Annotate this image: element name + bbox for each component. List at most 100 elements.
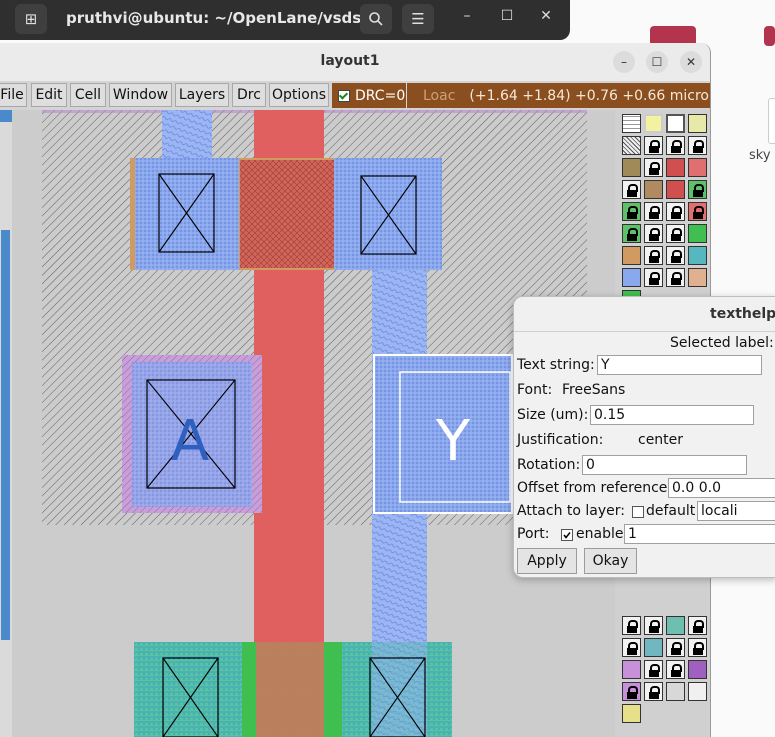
offset-input[interactable]: 0.0 0.0 [668,478,775,498]
menu-bar: File Edit Cell Window Layers Drc Options… [0,81,710,110]
texthelper-titlebar[interactable]: texthelper [514,297,775,332]
lock-icon[interactable] [644,682,663,701]
lock-icon[interactable] [688,616,707,635]
terminal-maximize-button[interactable]: ☐ [495,8,519,24]
lock-icon[interactable] [666,246,685,265]
layer-swatch-yellow[interactable] [688,114,707,133]
okay-button[interactable]: Okay [584,548,637,574]
layer-swatch-purple[interactable] [688,660,707,679]
layer-swatch-purple-dots[interactable] [622,660,641,679]
justification-label: Justification: [517,432,604,448]
layer-swatch-teal-hatch[interactable] [666,616,685,635]
menu-drc[interactable]: Drc [232,83,266,107]
lock-icon[interactable] [622,616,641,635]
layer-swatch-hatch[interactable] [622,136,641,155]
text-string-input[interactable]: Y [597,355,762,375]
lock-icon[interactable] [622,202,641,221]
load-label: Loac [423,87,456,104]
lock-icon[interactable] [622,682,641,701]
scroll-up-arrow-icon[interactable] [0,110,12,122]
lock-icon[interactable] [644,224,663,243]
layout-window-title: layout1 [320,53,380,69]
lock-icon[interactable] [622,224,641,243]
lock-icon[interactable] [666,136,685,155]
scrollbar-thumb[interactable] [1,230,10,640]
layer-swatch-grey-hatch[interactable] [666,682,685,701]
port-index-input[interactable]: 1 [624,524,775,544]
layer-swatch-blue-x[interactable] [622,268,641,287]
lock-icon[interactable] [644,202,663,221]
menu-layers[interactable]: Layers [175,83,229,107]
texthelper-dialog: texthelper Selected label: Text string: … [513,296,775,578]
port-label: Port: [517,526,550,542]
lock-icon[interactable] [644,246,663,265]
menu-options[interactable]: Options [269,83,329,107]
layout-close-button[interactable]: ✕ [680,51,702,73]
lock-icon[interactable] [644,158,663,177]
terminal-title: pruthvi@ubuntu: ~/OpenLane/vsdst... [66,9,386,27]
lock-icon[interactable] [688,180,707,199]
terminal-minimize-button[interactable]: – [455,8,479,24]
font-value[interactable]: FreeSans [562,382,625,398]
coords-text: (+1.64 +1.84) +0.76 +0.66 microns [469,87,711,104]
menu-cell[interactable]: Cell [70,83,106,107]
label-a-text: A [171,409,209,474]
layer-swatch-tan[interactable] [644,180,663,199]
lock-icon[interactable] [644,660,663,679]
layout-window-titlebar[interactable]: layout1 – ☐ ✕ [0,43,710,82]
layout-minimize-button[interactable]: – [613,51,635,73]
search-icon[interactable] [360,4,392,34]
size-label: Size (um): [517,407,589,423]
lock-icon[interactable] [688,638,707,657]
layer-swatch-peach[interactable] [688,268,707,287]
layer-swatch-green[interactable] [688,224,707,243]
layer-swatch-red-2[interactable] [666,180,685,199]
lock-icon[interactable] [644,616,663,635]
attach-layer-input[interactable]: locali [697,501,775,521]
lock-icon[interactable] [666,268,685,287]
desktop-folder-icon-2[interactable] [764,26,775,46]
menu-file[interactable]: File [0,83,27,107]
selected-label-heading: Selected label: [670,335,774,351]
lock-icon[interactable] [622,638,641,657]
rotation-input[interactable]: 0 [582,455,747,475]
apply-button[interactable]: Apply [517,548,577,574]
left-scrollbar[interactable] [0,110,12,737]
lock-icon[interactable] [688,136,707,155]
terminal-titlebar[interactable]: ⊞ pruthvi@ubuntu: ~/OpenLane/vsdst... ☰ … [0,0,570,40]
menu-window[interactable]: Window [109,83,172,107]
lock-icon[interactable] [622,180,641,199]
terminal-close-button[interactable]: ✕ [534,8,558,24]
new-tab-icon[interactable]: ⊞ [15,4,47,34]
attach-label: Attach to layer: [517,503,626,519]
lock-icon[interactable] [666,202,685,221]
port-enable-checkbox[interactable] [561,529,573,541]
lock-icon[interactable] [644,268,663,287]
layer-swatch-teal-x[interactable] [688,246,707,265]
layer-swatch-red[interactable] [666,158,685,177]
attach-default-checkbox[interactable] [632,506,644,518]
lock-icon[interactable] [688,202,707,221]
lock-icon[interactable] [666,638,685,657]
lock-icon[interactable] [644,136,663,155]
layer-swatch-orange[interactable] [622,246,641,265]
drc-checkbox[interactable] [338,89,350,102]
layer-swatch-brown[interactable] [622,158,641,177]
lock-icon[interactable] [666,660,685,679]
lock-icon[interactable] [666,224,685,243]
layer-swatch-white-dots[interactable] [688,682,707,701]
menu-edit[interactable]: Edit [31,83,67,107]
layer-swatch-yellow-2[interactable] [622,704,641,723]
justification-value[interactable]: center [638,432,683,448]
layer-swatch-teal[interactable] [644,638,663,657]
layer-swatch-grid[interactable] [622,114,641,133]
font-label: Font: [517,382,553,398]
hamburger-icon[interactable]: ☰ [402,4,434,34]
layer-swatch-yellow-box[interactable] [644,114,663,133]
layer-swatch-red-pink[interactable] [688,158,707,177]
layout-maximize-button[interactable]: ☐ [646,51,668,73]
drc-toggle[interactable]: DRC=0 [332,83,406,108]
layer-swatch-white-box[interactable] [666,114,685,133]
desktop-file-icon[interactable] [768,98,775,144]
size-input[interactable]: 0.15 [590,405,754,425]
